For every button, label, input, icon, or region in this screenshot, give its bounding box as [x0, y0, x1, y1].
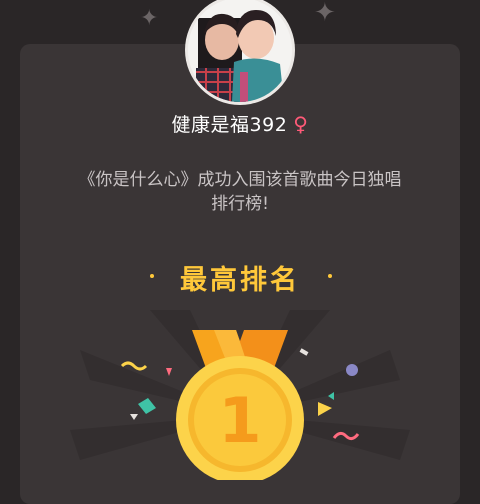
avatar[interactable]	[188, 0, 292, 102]
user-name: 健康是福392	[171, 114, 288, 136]
user-name-row: 健康是福392 ♀	[0, 110, 480, 137]
gold-medal-icon: 1	[70, 310, 410, 480]
sparkle-icon: ✦	[140, 6, 159, 31]
message-line-1: 《你是什么心》成功入围该首歌曲今日独唱	[78, 170, 402, 190]
rank-title: 最高排名	[180, 265, 300, 296]
sparkle-icon: ✦	[314, 0, 336, 28]
rank-number: 1	[218, 384, 261, 457]
message-line-2: 排行榜!	[211, 194, 269, 214]
female-icon: ♀	[293, 112, 309, 136]
achievement-message: 《你是什么心》成功入围该首歌曲今日独唱 排行榜!	[40, 168, 440, 216]
decor-dot	[328, 274, 332, 278]
